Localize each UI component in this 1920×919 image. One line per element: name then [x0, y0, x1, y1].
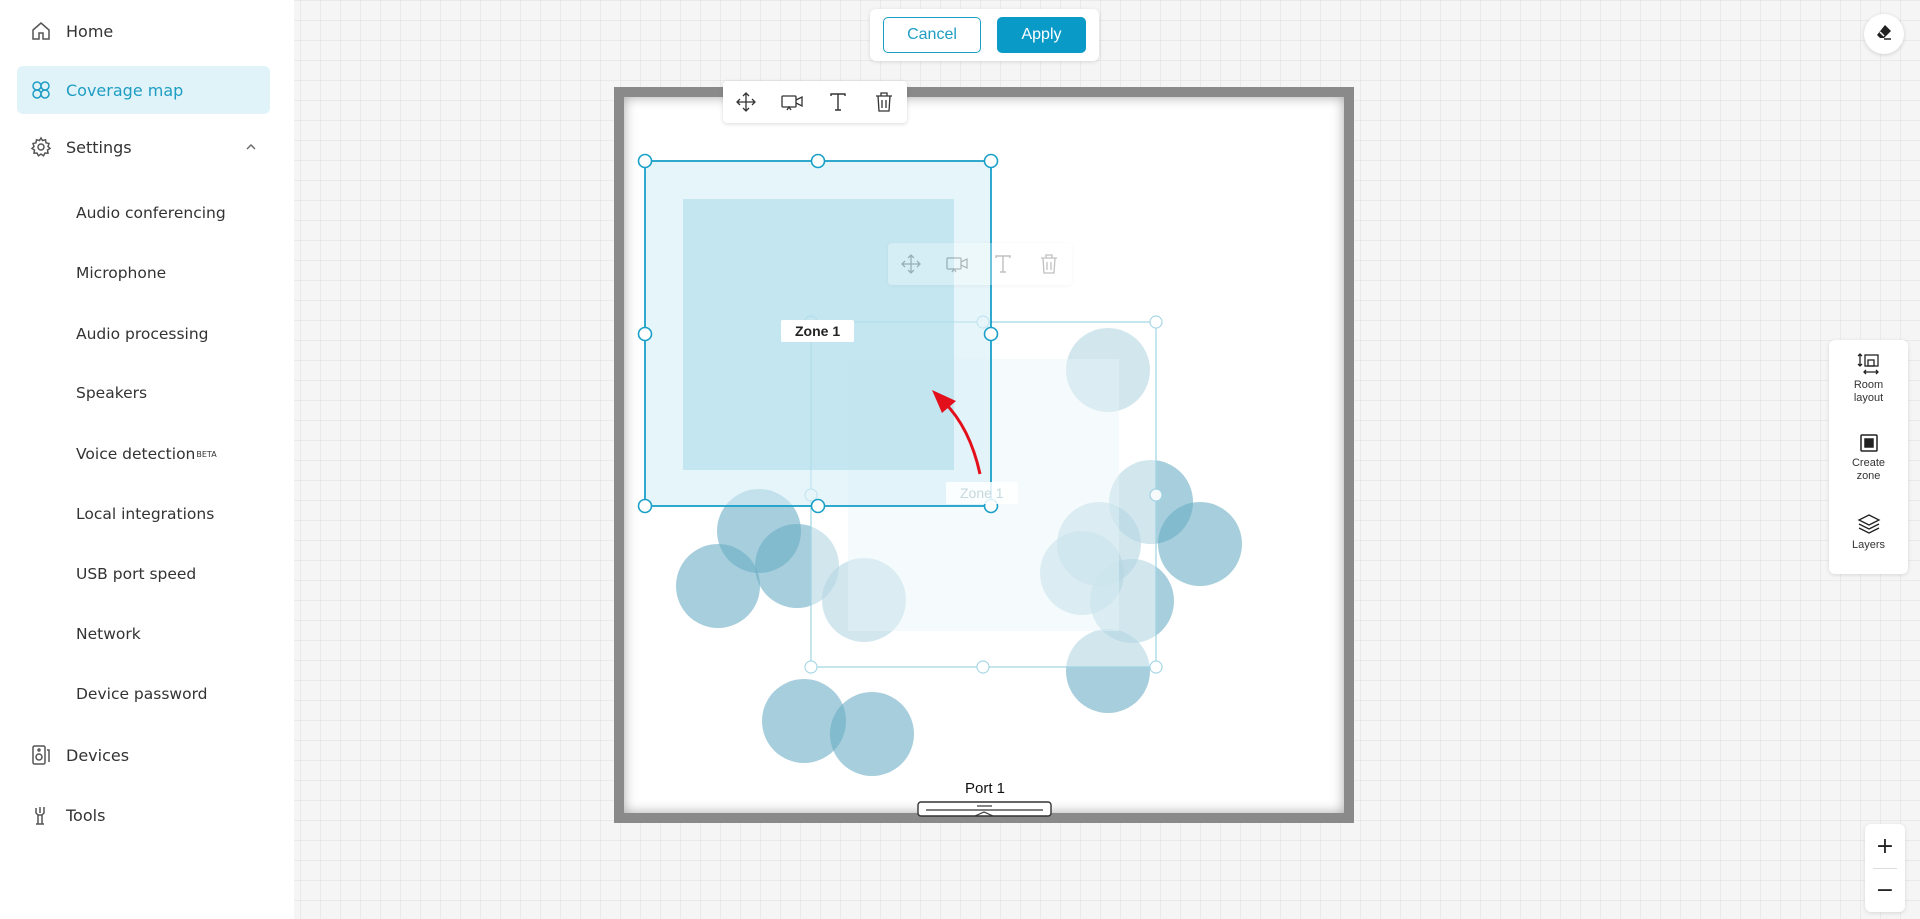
- coverage-map-icon: [30, 79, 52, 101]
- zoom-controls: + −: [1865, 824, 1905, 912]
- tools-icon: [30, 804, 52, 826]
- sub-item-audio-conferencing[interactable]: Audio conferencing: [76, 198, 226, 228]
- layers-button[interactable]: Layers: [1829, 512, 1908, 552]
- camera-icon: [945, 252, 969, 276]
- nav-coverage-map[interactable]: Coverage map: [17, 66, 270, 114]
- ghost-zone-label: Zone 1: [946, 482, 1018, 504]
- sub-item-device-password[interactable]: Device password: [76, 679, 208, 709]
- nav-coverage-map-label: Coverage map: [66, 80, 184, 100]
- eraser-icon: [1875, 23, 1893, 45]
- tool-panel: Room layout Create zone Layers: [1829, 340, 1908, 574]
- nav-home[interactable]: Home: [17, 7, 270, 55]
- sub-item-local-integrations[interactable]: Local integrations: [76, 499, 214, 529]
- zoom-in-button[interactable]: +: [1865, 824, 1905, 868]
- sub-item-network[interactable]: Network: [76, 619, 141, 649]
- port-label: Port 1: [965, 780, 1006, 797]
- sidebar: Home Coverage map Settings Audio confere…: [0, 0, 294, 919]
- text-icon: [991, 252, 1015, 276]
- room-layout-icon: [1829, 352, 1908, 376]
- room-boundary: [614, 87, 1354, 823]
- layers-label: Layers: [1851, 539, 1886, 551]
- ghost-zone-toolbar: [888, 243, 1072, 285]
- create-zone-label-1: Create: [1851, 457, 1886, 469]
- home-icon: [30, 20, 52, 42]
- apply-button[interactable]: Apply: [997, 17, 1086, 53]
- nav-tools[interactable]: Tools: [17, 791, 270, 839]
- zone-toolbar: [723, 81, 907, 123]
- nav-settings-label: Settings: [66, 137, 132, 157]
- gear-icon: [30, 136, 52, 158]
- action-bar: Cancel Apply: [870, 9, 1099, 61]
- room-layout-button[interactable]: Room layout: [1829, 352, 1908, 405]
- trash-icon: [1037, 252, 1061, 276]
- trash-icon[interactable]: [872, 90, 896, 114]
- room-floor[interactable]: [624, 97, 1344, 813]
- cancel-button[interactable]: Cancel: [883, 17, 981, 53]
- room-layout-label-2: layout: [1853, 392, 1884, 404]
- sub-item-voice-detection[interactable]: Voice detection BETA: [76, 439, 217, 469]
- eraser-button[interactable]: [1864, 14, 1904, 54]
- sub-item-audio-processing[interactable]: Audio processing: [76, 319, 209, 349]
- nav-devices-label: Devices: [66, 745, 130, 765]
- move-icon: [899, 252, 923, 276]
- nav-home-label: Home: [66, 21, 114, 41]
- layers-icon: [1829, 512, 1908, 536]
- create-zone-label-2: zone: [1856, 470, 1881, 482]
- sub-item-microphone[interactable]: Microphone: [76, 258, 166, 288]
- sub-item-speakers[interactable]: Speakers: [76, 378, 147, 408]
- nav-devices[interactable]: Devices: [17, 731, 270, 779]
- sub-item-usb-port-speed[interactable]: USB port speed: [76, 559, 196, 589]
- text-icon[interactable]: [826, 90, 850, 114]
- beta-badge: BETA: [196, 449, 217, 459]
- zoom-out-button[interactable]: −: [1865, 868, 1905, 912]
- devices-icon: [30, 744, 52, 766]
- zone-label[interactable]: Zone 1: [781, 320, 855, 342]
- create-zone-button[interactable]: Create zone: [1829, 432, 1908, 483]
- create-zone-icon: [1829, 432, 1908, 454]
- nav-tools-label: Tools: [66, 805, 106, 825]
- move-icon[interactable]: [734, 90, 758, 114]
- room-layout-label-1: Room: [1853, 379, 1884, 391]
- chevron-up-icon[interactable]: [244, 139, 258, 158]
- nav-settings[interactable]: Settings: [17, 123, 270, 171]
- camera-icon[interactable]: [780, 90, 804, 114]
